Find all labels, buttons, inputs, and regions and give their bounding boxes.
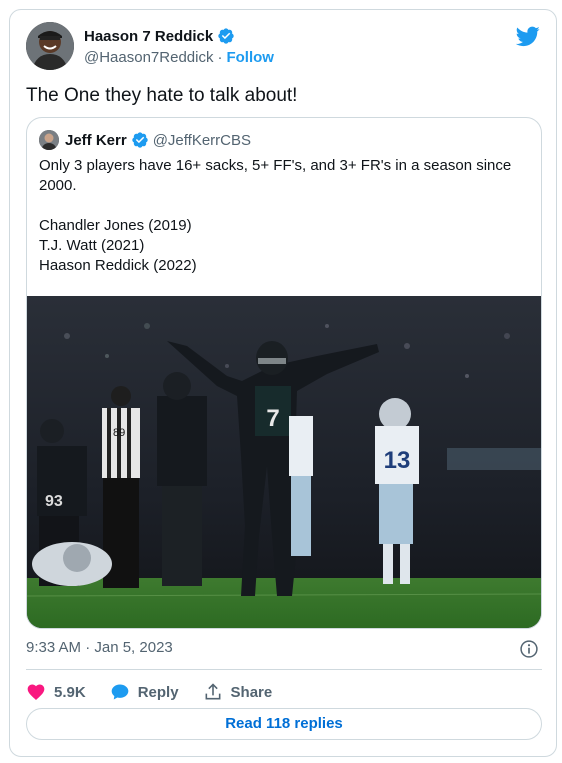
share-icon <box>205 683 221 700</box>
verified-badge-icon <box>132 132 148 148</box>
quoted-media-photo[interactable]: 7 89 93 13 <box>27 296 542 629</box>
separator-dot: · <box>217 49 223 66</box>
action-bar: 5.9K Reply Share <box>26 680 272 704</box>
follow-button[interactable]: Follow <box>226 49 274 66</box>
svg-text:89: 89 <box>113 427 125 439</box>
heart-icon <box>27 684 45 700</box>
twitter-bird-icon[interactable] <box>516 24 540 48</box>
quoted-author-avatar <box>39 130 59 150</box>
tweet-card: Haason 7 Reddick @Haason7Reddick · Follo… <box>9 9 557 757</box>
quoted-line: Chandler Jones (2019) <box>39 217 192 234</box>
read-replies-button[interactable]: Read 118 replies <box>26 708 542 740</box>
player-figure <box>289 416 313 556</box>
like-count: 5.9K <box>54 683 86 701</box>
reply-button[interactable]: Reply <box>110 682 179 702</box>
author-handle[interactable]: @Haason7Reddick <box>84 49 213 66</box>
quoted-tweet-text: Only 3 players have 16+ sacks, 5+ FF's, … <box>39 156 531 276</box>
reply-bubble-icon <box>111 684 129 700</box>
quoted-author-name: Jeff Kerr <box>65 131 127 149</box>
player-figure <box>157 372 207 586</box>
quoted-line-blank <box>39 196 531 216</box>
quoted-line: 2000. <box>39 177 77 194</box>
divider <box>26 669 542 670</box>
quoted-line: T.J. Watt (2021) <box>39 237 145 254</box>
quoted-author-handle: @JeffKerrCBS <box>152 131 252 149</box>
like-button[interactable]: 5.9K <box>26 682 86 702</box>
tweet-timestamp[interactable]: 9:33 AM · Jan 5, 2023 <box>26 639 173 656</box>
share-button[interactable]: Share <box>203 682 273 702</box>
svg-text:13: 13 <box>384 447 411 474</box>
verified-badge-icon <box>218 28 234 44</box>
info-icon[interactable] <box>519 639 539 659</box>
svg-text:7: 7 <box>266 405 279 432</box>
author-name[interactable]: Haason 7 Reddick <box>84 28 213 45</box>
quoted-tweet[interactable]: Jeff Kerr @JeffKerrCBS Only 3 players ha… <box>26 117 542 629</box>
reply-label: Reply <box>137 683 179 701</box>
author-avatar[interactable] <box>26 22 74 70</box>
tweet-header: Haason 7 Reddick @Haason7Reddick · Follo… <box>26 22 542 70</box>
share-label: Share <box>230 683 273 701</box>
svg-text:93: 93 <box>45 493 63 510</box>
tweet-text: The One they hate to talk about! <box>26 85 298 106</box>
quoted-line: Haason Reddick (2022) <box>39 257 197 274</box>
quoted-line: Only 3 players have 16+ sacks, 5+ FF's, … <box>39 157 512 174</box>
